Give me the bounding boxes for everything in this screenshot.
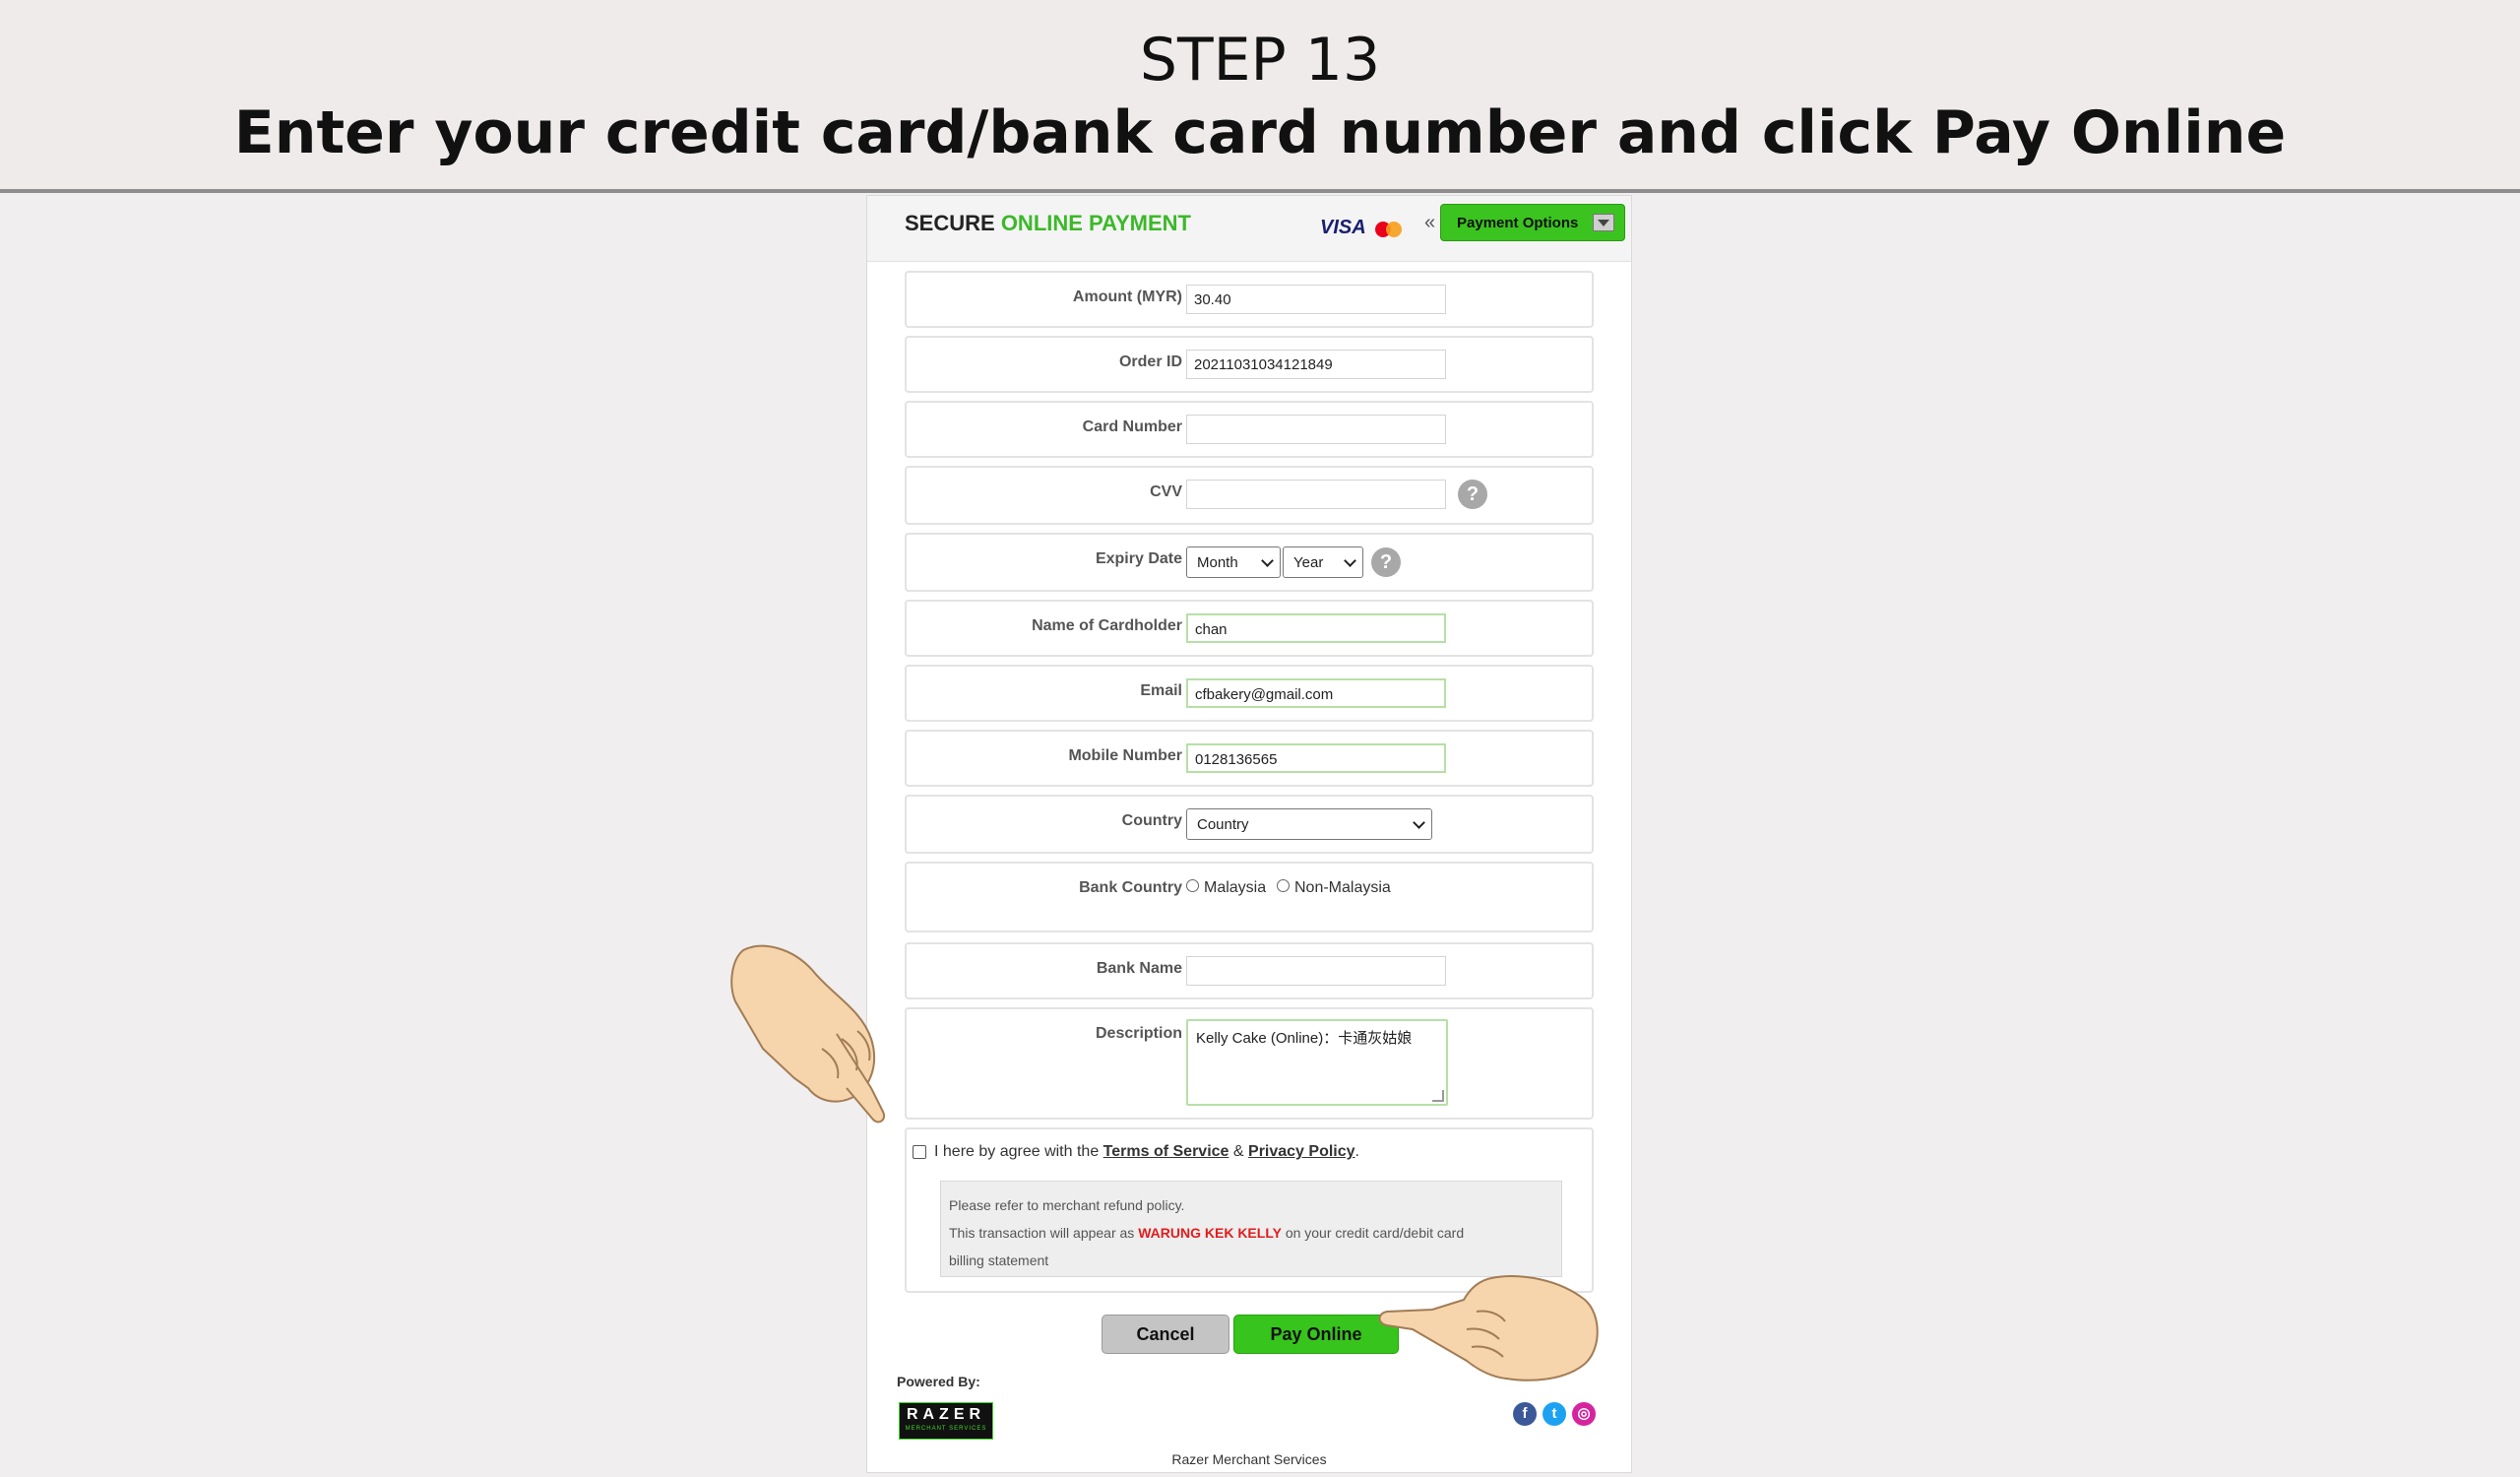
merchant-name: WARUNG KEK KELLY <box>1138 1225 1282 1241</box>
country-row: Country Country <box>905 795 1594 854</box>
mobile-row: Mobile Number 0128136565 <box>905 730 1594 787</box>
agree-checkbox[interactable] <box>913 1145 926 1159</box>
expiry-month-select[interactable]: Month <box>1186 546 1281 578</box>
pointing-hand-icon <box>1378 1275 1599 1381</box>
email-field[interactable]: cfbakery@gmail.com <box>1186 678 1446 708</box>
terms-link[interactable]: Terms of Service <box>1103 1143 1229 1160</box>
mobile-label: Mobile Number <box>1068 747 1182 764</box>
payment-options-button[interactable]: Payment Options <box>1440 204 1625 241</box>
radio-non-malaysia-label: Non-Malaysia <box>1294 879 1391 896</box>
instruction-banner: STEP 13 Enter your credit card/bank card… <box>0 0 2520 193</box>
bank-country-label: Bank Country <box>1079 879 1182 896</box>
expiry-label: Expiry Date <box>1095 550 1182 567</box>
country-label: Country <box>1121 812 1182 829</box>
agreement-section: I here by agree with the Terms of Servic… <box>905 1127 1594 1293</box>
radio-non-malaysia[interactable] <box>1277 879 1290 892</box>
amount-row: Amount (MYR) 30.40 <box>905 271 1594 328</box>
radio-malaysia[interactable] <box>1186 879 1199 892</box>
cancel-button[interactable]: Cancel <box>1102 1315 1229 1354</box>
chevron-down-icon <box>1261 554 1274 567</box>
footer-company: Razer Merchant Services <box>1171 1451 1327 1467</box>
description-label: Description <box>1095 1025 1182 1042</box>
radio-malaysia-label: Malaysia <box>1204 879 1267 896</box>
mastercard-logo <box>1375 222 1405 237</box>
bank-name-label: Bank Name <box>1096 960 1182 977</box>
cvv-input[interactable] <box>1186 480 1446 509</box>
country-select[interactable]: Country <box>1186 808 1432 840</box>
agreement-text: I here by agree with the Terms of Servic… <box>934 1143 1359 1160</box>
bank-name-input[interactable] <box>1186 956 1446 986</box>
bank-name-row: Bank Name <box>905 942 1594 999</box>
cvv-help-icon[interactable]: ? <box>1458 480 1487 509</box>
bank-country-row: Bank Country Malaysia Non-Malaysia <box>905 862 1594 932</box>
privacy-link[interactable]: Privacy Policy <box>1248 1143 1355 1160</box>
description-textarea[interactable]: Kelly Cake (Online)：卡通灰姑娘 <box>1186 1019 1448 1106</box>
cardholder-row: Name of Cardholder chan <box>905 600 1594 657</box>
facebook-icon[interactable]: f <box>1513 1402 1537 1426</box>
secure-payment-title: SECURE ONLINE PAYMENT <box>905 211 1191 235</box>
cardholder-label: Name of Cardholder <box>1032 617 1182 634</box>
card-number-label: Card Number <box>1082 418 1182 435</box>
description-row: Description Kelly Cake (Online)：卡通灰姑娘 <box>905 1007 1594 1120</box>
chevron-down-icon <box>1344 554 1356 567</box>
razer-logo: RAZER MERCHANT SERVICES <box>899 1402 993 1440</box>
resize-grip-icon[interactable] <box>1432 1090 1444 1102</box>
amount-field[interactable]: 30.40 <box>1186 285 1446 314</box>
expiry-help-icon[interactable]: ? <box>1371 547 1401 577</box>
powered-by-label: Powered By: <box>897 1374 980 1389</box>
step-title: STEP 13 <box>1139 26 1381 95</box>
refund-note: Please refer to merchant refund policy. … <box>940 1181 1562 1277</box>
cardholder-input[interactable]: chan <box>1186 613 1446 643</box>
mobile-field[interactable]: 0128136565 <box>1186 743 1446 773</box>
pointing-hand-icon <box>730 944 885 1124</box>
email-row: Email cfbakery@gmail.com <box>905 665 1594 722</box>
instagram-icon[interactable]: ◎ <box>1572 1402 1596 1426</box>
order-id-label: Order ID <box>1118 353 1182 370</box>
expiry-row: Expiry Date Month Year ? <box>905 533 1594 592</box>
order-id-field[interactable]: 20211031034121849 <box>1186 350 1446 379</box>
order-id-row: Order ID 20211031034121849 <box>905 336 1594 393</box>
expiry-year-select[interactable]: Year <box>1283 546 1363 578</box>
dropdown-arrow-icon <box>1593 214 1614 231</box>
step-instruction: Enter your credit card/bank card number … <box>233 98 2287 167</box>
card-number-row: Card Number <box>905 401 1594 458</box>
twitter-icon[interactable]: t <box>1543 1402 1566 1426</box>
cvv-row: CVV ? <box>905 466 1594 525</box>
prefix-glyph: « <box>1424 212 1436 233</box>
amount-label: Amount (MYR) <box>1072 289 1182 305</box>
chevron-down-icon <box>1413 816 1425 829</box>
email-label: Email <box>1140 682 1182 699</box>
card-number-input[interactable] <box>1186 415 1446 444</box>
visa-logo: VISA <box>1320 217 1366 238</box>
cvv-label: CVV <box>1150 483 1182 500</box>
panel-header: SECURE ONLINE PAYMENT VISA « Payment Opt… <box>867 196 1631 262</box>
